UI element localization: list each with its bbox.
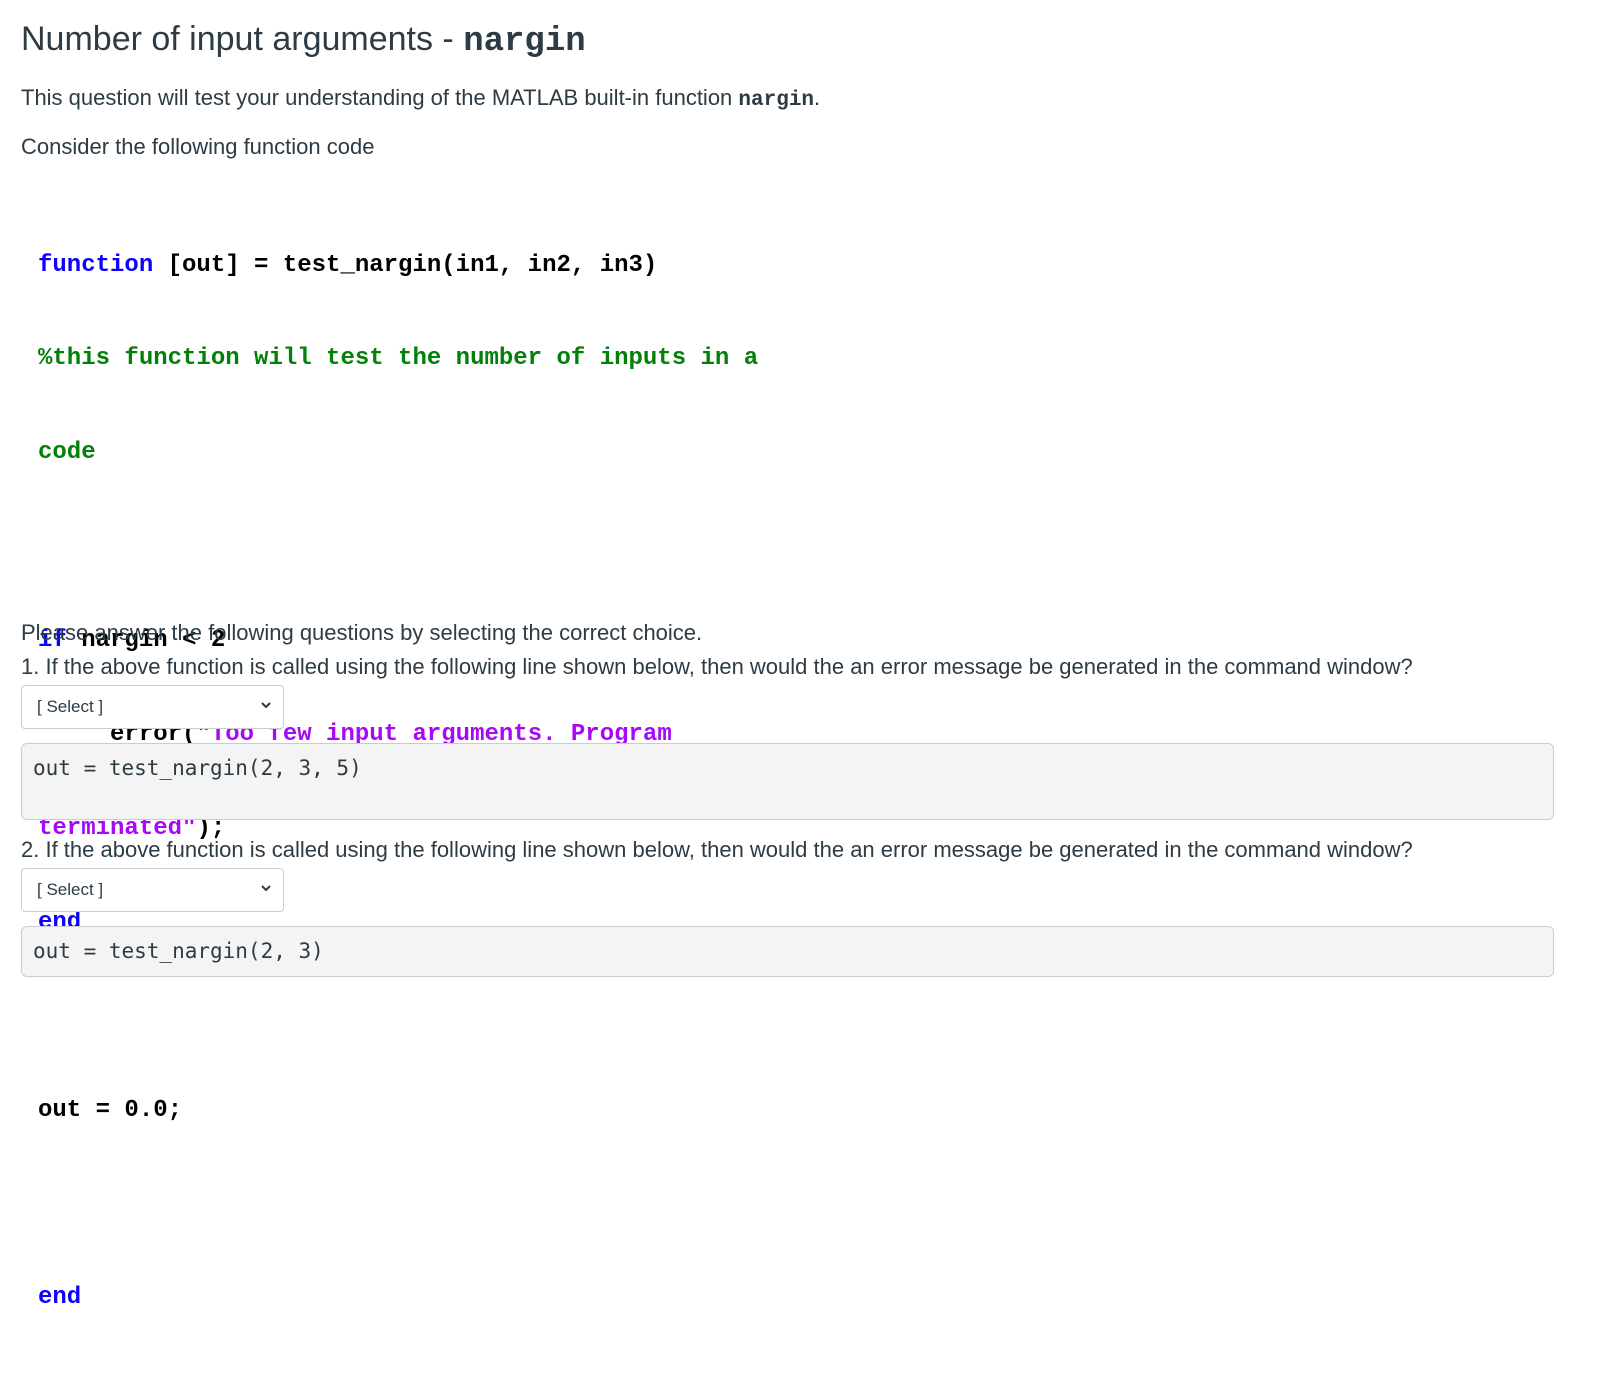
code-comment: code bbox=[38, 439, 96, 467]
question-2-text: 2. If the above function is called using… bbox=[21, 837, 1413, 862]
select-value: [ Select ] bbox=[37, 697, 104, 716]
keyword: end bbox=[38, 1284, 82, 1312]
code-line: out = 0.0; bbox=[38, 1096, 183, 1124]
intro-code: nargin bbox=[738, 89, 815, 112]
question-2-code-block: out = test_nargin(2, 3) bbox=[21, 926, 1554, 977]
intro-paragraph: This question will test your understandi… bbox=[21, 84, 820, 115]
select-value: [ Select ] bbox=[37, 880, 104, 899]
question-1-text: 1. If the above function is called using… bbox=[21, 654, 1413, 679]
instructions: Please answer the following questions by… bbox=[21, 620, 703, 645]
chevron-down-icon bbox=[261, 702, 271, 709]
intro-text: This question will test your understandi… bbox=[21, 85, 739, 110]
code-text: out = test_nargin(2, 3) bbox=[33, 939, 324, 963]
consider-paragraph: Consider the following function code bbox=[21, 134, 375, 159]
question-2-select[interactable]: [ Select ] bbox=[21, 868, 284, 912]
code-line: function [out] = test_nargin(in1, in2, i… bbox=[38, 250, 758, 281]
chevron-down-icon bbox=[261, 885, 271, 892]
code-text: [out] = test_nargin(in1, in2, in3) bbox=[153, 251, 658, 279]
title-text: Number of input arguments - bbox=[21, 20, 464, 58]
code-text: out = test_nargin(2, 3, 5) bbox=[33, 756, 362, 780]
page-title: Number of input arguments - nargin bbox=[21, 17, 586, 64]
intro-suffix: . bbox=[814, 85, 821, 110]
question-1-select[interactable]: [ Select ] bbox=[21, 685, 284, 729]
keyword: function bbox=[38, 251, 154, 279]
code-comment: %this function will test the number of i… bbox=[38, 345, 759, 373]
title-code: nargin bbox=[463, 23, 586, 61]
question-1-code-block: out = test_nargin(2, 3, 5) bbox=[21, 743, 1554, 820]
